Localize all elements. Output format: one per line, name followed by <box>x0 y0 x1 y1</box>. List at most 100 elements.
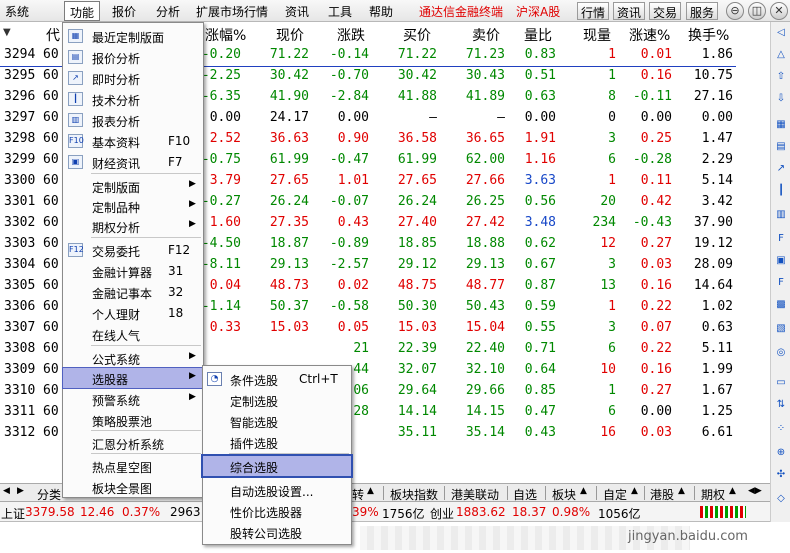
report-icon[interactable]: ▥ <box>774 208 788 221</box>
layout-icon[interactable]: ▦ <box>774 118 788 131</box>
minimize-icon[interactable]: ⊖ <box>726 2 744 20</box>
sort-desc-icon[interactable]: ▼ <box>3 27 11 38</box>
arrow-left-icon[interactable]: ◁ <box>774 26 788 39</box>
function-menu-item[interactable]: 在线人气 <box>63 324 203 344</box>
function-menu-item[interactable]: 定制品种 ▶ <box>63 196 203 216</box>
col-code[interactable]: 代 <box>46 25 60 45</box>
function-menu-item[interactable]: ▣ 财经资讯 F7 <box>63 152 203 172</box>
stock-picker-item[interactable]: 性价比选股器 <box>203 501 351 521</box>
function-menu-item[interactable]: ▥ 报表分析 <box>63 110 203 130</box>
function-menu-item[interactable]: 热点星空图 <box>63 456 203 476</box>
cell-price: 41.90 <box>269 89 309 104</box>
function-menu-item[interactable]: ↗ 即时分析 <box>63 68 203 88</box>
stock-picker-item[interactable]: 插件选股 <box>203 432 351 452</box>
target-icon[interactable]: ⊕ <box>774 446 788 459</box>
function-menu-item[interactable]: F10 基本资料 F10 <box>63 131 203 151</box>
service-button[interactable]: 服务 <box>686 2 719 20</box>
restore-icon[interactable]: ◫ <box>748 2 766 20</box>
menu-function[interactable]: 功能 <box>64 1 101 21</box>
col-volume-ratio[interactable]: 量比 <box>524 25 552 45</box>
news-button[interactable]: 资讯 <box>613 2 646 20</box>
menu-system[interactable]: 系统 <box>5 3 29 20</box>
function-menu-item[interactable]: ▤ 报价分析 <box>63 47 203 67</box>
market-label[interactable]: 沪深A股 <box>516 3 560 20</box>
stock-picker-item[interactable]: ◔ 条件选股 Ctrl+T <box>203 369 351 389</box>
cell-turnover: 37.90 <box>693 215 733 230</box>
diamond-icon[interactable]: ◇ <box>774 492 788 505</box>
cell-bid: 22.39 <box>397 341 437 356</box>
col-bid[interactable]: 买价 <box>403 25 431 45</box>
candle-icon[interactable]: ┃ <box>774 184 788 197</box>
cell-price: 48.73 <box>269 278 309 293</box>
function-menu-item[interactable]: 金融记事本 32 <box>63 282 203 302</box>
function-menu-item[interactable]: 期权分析 ▶ <box>63 216 203 236</box>
tab-category[interactable]: 分类 <box>37 486 61 503</box>
tabs-scroll-icon[interactable]: ◀▶ <box>748 486 762 496</box>
menu-help[interactable]: 帮助 <box>369 3 393 20</box>
tab-custom[interactable]: 自定 <box>603 486 627 503</box>
stock-picker-item[interactable]: 股转公司选股 <box>203 522 351 542</box>
col-change-pct[interactable]: 涨幅% <box>205 25 246 45</box>
cell-vol-ratio: 0.67 <box>524 257 556 272</box>
function-menu-item[interactable]: 预警系统 ▶ <box>63 389 203 409</box>
function-menu-item[interactable]: 汇恩分析系统 <box>63 433 203 453</box>
function-menu-item[interactable]: 金融计算器 31 <box>63 261 203 281</box>
col-change[interactable]: 涨跌 <box>337 25 365 45</box>
tab-sector[interactable]: 板块 <box>552 486 576 503</box>
stock-picker-item[interactable]: 智能选股 <box>203 411 351 431</box>
function-menu-item[interactable]: 板块全景图 <box>63 477 203 497</box>
function-menu-item[interactable]: ▦ 最近定制版面 <box>63 26 203 46</box>
function-menu-item[interactable]: 策略股票池 <box>63 410 203 430</box>
menu-quote[interactable]: 报价 <box>112 3 136 20</box>
col-speed[interactable]: 涨速% <box>629 25 670 45</box>
tab-scroll-left-icon[interactable]: ◀ <box>3 486 10 496</box>
menu-news[interactable]: 资讯 <box>285 3 309 20</box>
cell-vol-ratio: 0.71 <box>524 341 556 356</box>
function-menu-item[interactable]: 定制版面 ▶ <box>63 176 203 196</box>
tab-options[interactable]: 期权 <box>701 486 725 503</box>
col-ask[interactable]: 卖价 <box>472 25 500 45</box>
sort-icon[interactable]: ⇅ <box>774 398 788 411</box>
function-menu-item[interactable]: 公式系统 ▶ <box>63 348 203 368</box>
line-chart-icon[interactable]: ↗ <box>774 162 788 175</box>
tab-scroll-right-icon[interactable]: ▶ <box>17 486 24 496</box>
f12-icon[interactable]: F <box>774 276 788 289</box>
arrow-up-icon[interactable]: △ <box>774 48 788 61</box>
stock-picker-item[interactable]: 定制选股 <box>203 390 351 410</box>
tab-watchlist[interactable]: 自选 <box>513 486 537 503</box>
menu-tools[interactable]: 工具 <box>328 3 352 20</box>
tab-hk-us-linkage[interactable]: 港美联动 <box>451 486 499 503</box>
f10-icon[interactable]: F <box>774 232 788 245</box>
function-menu-item[interactable]: 选股器 ▶ <box>62 367 204 389</box>
arrow-down-outline-icon[interactable]: ⇩ <box>774 92 788 105</box>
tab-hk-stocks[interactable]: 港股 <box>650 486 674 503</box>
circle-icon[interactable]: ◎ <box>774 346 788 359</box>
tab-convertible[interactable]: 转 <box>352 486 364 503</box>
trade-button[interactable]: 交易 <box>649 2 682 20</box>
cell-chg: 1.01 <box>337 173 369 188</box>
stock-picker-item[interactable]: 自动选股设置... <box>203 480 351 500</box>
arrow-up-outline-icon[interactable]: ⇧ <box>774 70 788 83</box>
col-price[interactable]: 现价 <box>276 25 304 45</box>
function-menu-item[interactable]: 个人理财 18 <box>63 303 203 323</box>
news-icon[interactable]: ▣ <box>774 254 788 267</box>
cell-chg: 0.02 <box>337 278 369 293</box>
cell-chg-partial: 21 <box>353 341 369 356</box>
calc-icon[interactable]: ▧ <box>774 322 788 335</box>
folder-icon[interactable]: ▭ <box>774 376 788 389</box>
quote-button[interactable]: 行情 <box>577 2 610 20</box>
col-turnover[interactable]: 换手% <box>688 25 729 45</box>
cell-speed: 0.07 <box>640 320 672 335</box>
menu-analysis[interactable]: 分析 <box>156 3 180 20</box>
function-menu-item[interactable]: F12 交易委托 F12 <box>63 240 203 260</box>
close-icon[interactable]: ✕ <box>770 2 788 20</box>
misc-icon[interactable]: ✣ <box>774 468 788 481</box>
stock-picker-item[interactable]: 综合选股 <box>201 454 353 478</box>
table-icon[interactable]: ▤ <box>774 140 788 153</box>
tab-sector-index[interactable]: 板块指数 <box>390 486 438 503</box>
function-menu-item[interactable]: ┃ 技术分析 <box>63 89 203 109</box>
menu-extended-market[interactable]: 扩展市场行情 <box>196 3 268 20</box>
dots-icon[interactable]: ⁘ <box>774 422 788 435</box>
col-current-volume[interactable]: 现量 <box>583 25 611 45</box>
grid-icon[interactable]: ▩ <box>774 298 788 311</box>
